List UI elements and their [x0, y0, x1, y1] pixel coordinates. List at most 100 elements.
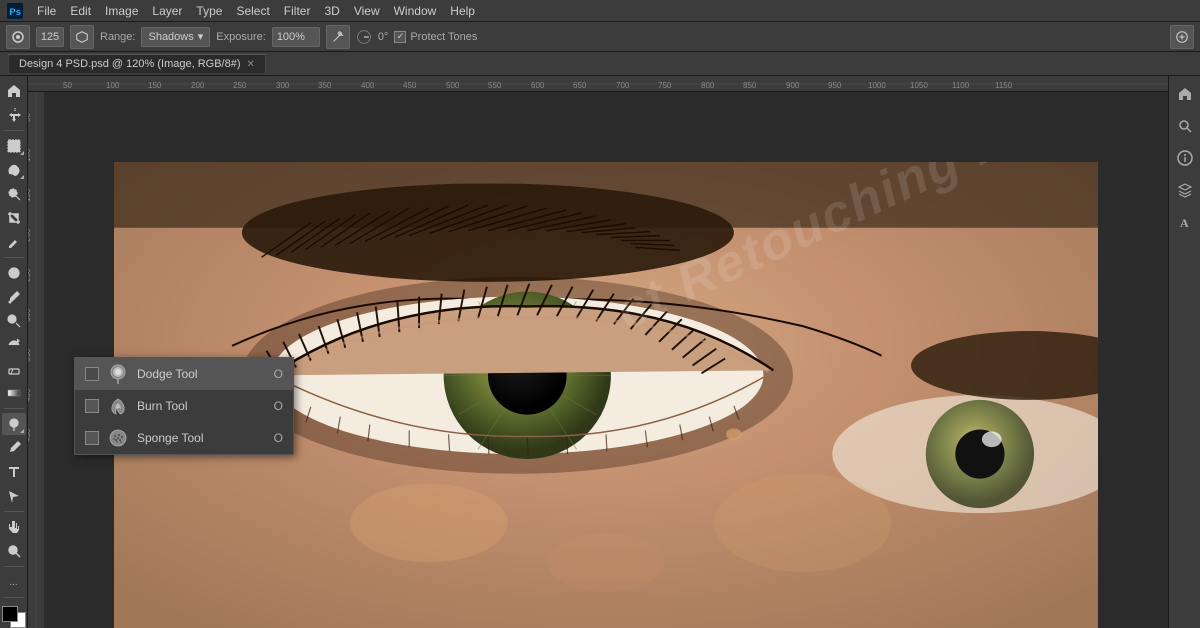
tool-gradient[interactable] [2, 382, 26, 404]
toolbar-separator-5 [4, 566, 24, 567]
menu-file[interactable]: File [30, 2, 63, 20]
right-search-btn[interactable] [1171, 112, 1199, 140]
tool-quick-select[interactable] [2, 183, 26, 205]
svg-text:Ps: Ps [9, 7, 21, 18]
svg-text:300: 300 [28, 308, 32, 322]
angle-icon [356, 29, 372, 45]
dodge-selection-box [85, 367, 99, 381]
toolbar-separator-1 [4, 130, 24, 131]
tool-text[interactable] [2, 461, 26, 483]
menu-window[interactable]: Window [387, 2, 444, 20]
document-tab-bar: Design 4 PSD.psd @ 120% (Image, RGB/8#) … [0, 52, 1200, 76]
svg-text:800: 800 [701, 81, 715, 90]
right-type-btn[interactable]: A [1171, 208, 1199, 236]
svg-text:250: 250 [28, 268, 32, 282]
svg-text:100: 100 [28, 148, 32, 162]
svg-text:600: 600 [531, 81, 545, 90]
menu-item-sponge[interactable]: Sponge Tool O [75, 422, 293, 454]
range-dropdown[interactable]: Shadows ▾ [141, 27, 210, 47]
extra-options-btn[interactable] [1170, 25, 1194, 49]
tool-move[interactable] [2, 104, 26, 126]
svg-text:550: 550 [488, 81, 502, 90]
svg-text:950: 950 [828, 81, 842, 90]
document-close-btn[interactable]: ✕ [247, 59, 255, 70]
svg-text:1100: 1100 [952, 81, 970, 90]
tool-clone[interactable] [2, 310, 26, 332]
brush-options-btn[interactable] [70, 25, 94, 49]
tool-brush[interactable] [2, 286, 26, 308]
menu-layer[interactable]: Layer [145, 2, 189, 20]
left-toolbar: ... [0, 76, 28, 628]
svg-text:450: 450 [28, 428, 32, 442]
sponge-icon [107, 427, 129, 449]
protect-tones-label: Protect Tones [410, 31, 477, 43]
tool-pen[interactable] [2, 437, 26, 459]
svg-text:200: 200 [28, 228, 32, 242]
svg-text:350: 350 [28, 348, 32, 362]
menu-image[interactable]: Image [98, 2, 145, 20]
svg-text:900: 900 [786, 81, 800, 90]
app-logo: Ps [4, 0, 26, 22]
menu-select[interactable]: Select [229, 2, 276, 20]
tool-history-brush[interactable] [2, 334, 26, 356]
canvas-wrapper: 50 100 150 200 250 300 350 400 450 [28, 92, 1168, 628]
airbrush-toggle[interactable] [326, 25, 350, 49]
right-info-btn[interactable] [1171, 144, 1199, 172]
menu-edit[interactable]: Edit [63, 2, 98, 20]
menu-type[interactable]: Type [189, 2, 229, 20]
brush-size-input[interactable]: 125 [36, 27, 64, 47]
exposure-input[interactable]: 100% [272, 27, 320, 47]
range-label: Range: [100, 31, 135, 43]
svg-text:150: 150 [28, 188, 32, 202]
tool-path-selection[interactable] [2, 485, 26, 507]
document-filename: Design 4 PSD.psd @ 120% (Image, RGB/8#) [19, 58, 241, 70]
protect-tones-checkbox[interactable] [394, 31, 406, 43]
menu-item-burn[interactable]: Burn Tool O [75, 390, 293, 422]
toolbar-separator-2 [4, 257, 24, 258]
options-bar: 125 Range: Shadows ▾ Exposure: 100% 0° P… [0, 22, 1200, 52]
menu-help[interactable]: Help [443, 2, 482, 20]
dodge-icon [107, 363, 129, 385]
tool-heal[interactable] [2, 262, 26, 284]
svg-text:400: 400 [28, 388, 32, 402]
tool-eraser[interactable] [2, 358, 26, 380]
main-layout: ... 50 100 150 200 250 300 350 400 450 [0, 76, 1200, 628]
tool-dodge[interactable] [2, 413, 26, 435]
toolbar-separator-6 [4, 597, 24, 598]
svg-text:450: 450 [403, 81, 417, 90]
sponge-shortcut: O [274, 431, 283, 445]
menu-view[interactable]: View [347, 2, 387, 20]
toolbar-separator-3 [4, 408, 24, 409]
tool-extra[interactable]: ... [2, 571, 26, 593]
top-ruler-svg: 50 100 150 200 250 300 350 400 450 500 5… [28, 76, 1168, 92]
tool-marquee[interactable] [2, 135, 26, 157]
protect-tones-row[interactable]: Protect Tones [394, 31, 477, 43]
svg-text:350: 350 [318, 81, 332, 90]
brush-preset-picker[interactable] [6, 25, 30, 49]
burn-shortcut: O [274, 399, 283, 413]
menu-item-dodge[interactable]: Dodge Tool O [75, 358, 293, 390]
svg-text:1150: 1150 [995, 81, 1013, 90]
tool-zoom[interactable] [2, 540, 26, 562]
foreground-color[interactable] [2, 606, 18, 622]
svg-text:250: 250 [233, 81, 247, 90]
menu-filter[interactable]: Filter [277, 2, 318, 20]
document-tab[interactable]: Design 4 PSD.psd @ 120% (Image, RGB/8#) … [8, 54, 266, 73]
right-home-btn[interactable] [1171, 80, 1199, 108]
right-layers-btn[interactable] [1171, 176, 1199, 204]
photoshop-canvas[interactable]: ct Retouching In [44, 92, 1168, 628]
tool-hand[interactable] [2, 516, 26, 538]
svg-text:A: A [1180, 216, 1189, 230]
tool-home[interactable] [2, 80, 26, 102]
svg-text:300: 300 [276, 81, 290, 90]
tool-eyedropper[interactable] [2, 231, 26, 253]
canvas-area: 50 100 150 200 250 300 350 400 450 500 5… [28, 76, 1168, 628]
tool-crop[interactable] [2, 207, 26, 229]
tool-lasso[interactable] [2, 159, 26, 181]
menu-3d[interactable]: 3D [317, 2, 346, 20]
svg-text:50: 50 [28, 113, 32, 122]
svg-text:750: 750 [658, 81, 672, 90]
sponge-label: Sponge Tool [137, 431, 266, 445]
foreground-background-colors[interactable] [2, 606, 26, 628]
dodge-shortcut: O [274, 367, 283, 381]
